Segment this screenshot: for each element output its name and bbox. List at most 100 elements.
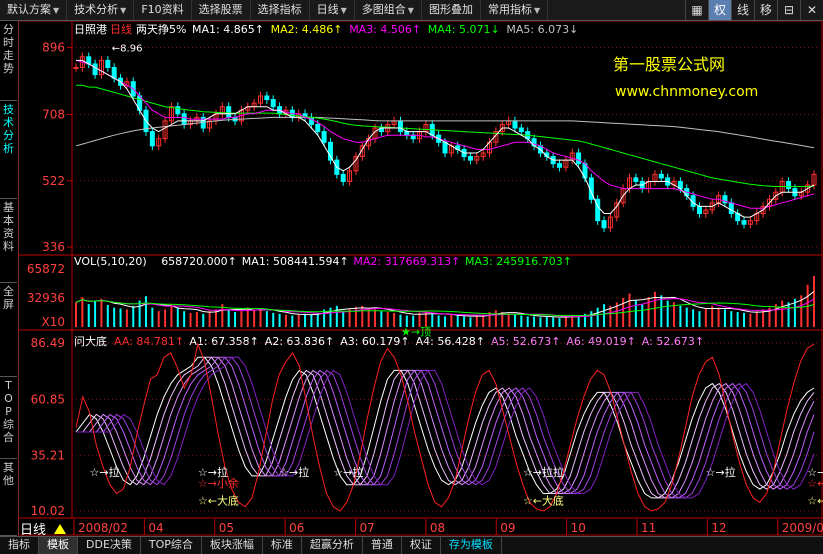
- menu-1[interactable]: 技术分析 ▼: [67, 0, 135, 20]
- chevron-down-icon: ▼: [53, 6, 60, 15]
- bottom-tab-3[interactable]: TOP综合: [141, 537, 202, 554]
- candle-body: [728, 202, 734, 215]
- ma-label: MA2: 4.486↑: [271, 23, 343, 36]
- candle-body: [105, 59, 111, 68]
- date-label: 10: [571, 521, 586, 535]
- bottom-tab-0[interactable]: 指标: [0, 537, 39, 554]
- candle-body: [557, 163, 563, 168]
- indicator-label: A5: 52.673↑: [491, 335, 560, 348]
- left-tab-1[interactable]: 技术分析: [0, 101, 17, 199]
- bottom-tab-bar: 指标 模板 DDE决策 TOP综合 板块涨幅 标准 超赢分析 普通 权证 存为模板: [0, 536, 823, 554]
- menu-3[interactable]: 选择股票: [192, 0, 251, 20]
- candle-body: [512, 120, 518, 129]
- date-label: 06: [289, 521, 304, 535]
- toolbar-btn-5[interactable]: ✕: [800, 0, 823, 20]
- ma4-line: [76, 84, 815, 187]
- ma-label: MA3: 4.506↑: [349, 23, 421, 36]
- candle-body: [175, 106, 181, 115]
- indicator-label: A3: 60.179↑: [340, 335, 409, 348]
- vol-ma1-line: [75, 291, 815, 318]
- vol-header-text: 658720.000↑: [161, 255, 237, 268]
- indicator-label: A: 52.673↑: [642, 335, 704, 348]
- menu-6[interactable]: 多图组合 ▼: [355, 0, 422, 20]
- menu-label: 默认方案: [7, 3, 51, 16]
- date-label: 2009/02: [782, 521, 823, 535]
- signal-label: ☆→拉: [333, 465, 363, 479]
- bottom-tab-2[interactable]: DDE决策: [78, 537, 141, 554]
- menu-8[interactable]: 常用指标 ▼: [481, 0, 549, 20]
- menu-label: 技术分析: [74, 3, 119, 16]
- bottom-tab-9[interactable]: 存为模板: [441, 537, 502, 554]
- menu-label: F10资料: [141, 3, 184, 16]
- candle-body: [73, 66, 79, 69]
- y-tick-label: 708: [42, 108, 65, 122]
- candle-body: [92, 63, 98, 76]
- menu-7[interactable]: 图形叠加: [422, 0, 481, 20]
- candle-body: [696, 205, 702, 215]
- ma3-line: [75, 59, 815, 209]
- bottom-tab-1[interactable]: 模板: [39, 537, 78, 554]
- period-label: 日线: [20, 523, 46, 536]
- indicator-y-label: 86.49: [31, 336, 65, 350]
- menu-4[interactable]: 选择指标: [251, 0, 310, 20]
- ma-label: MA1: 4.865↑: [192, 23, 264, 36]
- left-tab-3[interactable]: 全屏: [0, 283, 17, 377]
- indicator-y-label: 60.85: [31, 392, 65, 406]
- toolbar-btn-0[interactable]: ▦: [685, 0, 708, 20]
- menu-label: 选择指标: [257, 3, 302, 16]
- date-label: 12: [711, 521, 726, 535]
- date-label: 09: [500, 521, 515, 535]
- watermark-title: 第一股票公式网: [613, 55, 725, 74]
- toolbar-btn-1[interactable]: 权: [708, 0, 731, 20]
- bottom-tab-6[interactable]: 超赢分析: [302, 537, 363, 554]
- menu-label: 日线: [316, 3, 339, 16]
- signal-label: ☆→拉: [90, 465, 120, 479]
- signal-label: ☆→拉: [706, 465, 736, 479]
- candle-body: [321, 131, 327, 143]
- left-tab-4[interactable]: TOP综合: [0, 377, 17, 459]
- left-sidebar: 分时走势技术分析基本资料全屏TOP综合其他: [0, 21, 19, 536]
- indicator-label: A1: 67.358↑: [189, 335, 258, 348]
- candle-body: [264, 95, 270, 101]
- price-annotation: ←8.96: [112, 44, 143, 55]
- indicator-label: AA: 84.781↑: [114, 335, 184, 348]
- indicator-header: 问大底: [74, 334, 107, 348]
- candle-body: [601, 220, 607, 229]
- candle-body: [397, 120, 403, 133]
- toolbar-right-buttons: ▦ 权线移 ⊟ ✕: [685, 0, 823, 20]
- candle-body: [467, 156, 473, 161]
- bottom-tab-7[interactable]: 普通: [363, 537, 402, 554]
- signal-label: ☆←大底: [198, 493, 239, 507]
- left-tab-0[interactable]: 分时走势: [0, 21, 17, 101]
- bottom-tab-8[interactable]: 权证: [402, 537, 441, 554]
- candle-body: [315, 123, 321, 133]
- menu-2[interactable]: F10资料: [134, 0, 192, 20]
- toolbar-btn-4[interactable]: ⊟: [777, 0, 800, 20]
- signal-label: ☆→小余: [198, 476, 239, 490]
- bottom-tab-4[interactable]: 板块涨幅: [202, 537, 263, 554]
- candle-body: [658, 173, 664, 179]
- vol-ma-label: MA2: 317669.313↑: [353, 255, 460, 268]
- left-tab-5[interactable]: 其他: [0, 459, 17, 536]
- chevron-down-icon: ▼: [120, 6, 127, 15]
- ma-label: MA5: 6.073↓: [506, 23, 578, 36]
- toolbar-btn-3[interactable]: 移: [754, 0, 777, 20]
- date-label: 08: [430, 521, 445, 535]
- candle-body: [226, 106, 232, 118]
- ma-label: MA4: 5.071↓: [428, 23, 500, 36]
- candle-body: [270, 99, 276, 108]
- bottom-tab-5[interactable]: 标准: [263, 537, 302, 554]
- date-label: 07: [360, 521, 375, 535]
- menu-0[interactable]: 默认方案 ▼: [0, 0, 68, 20]
- left-tab-2[interactable]: 基本资料: [0, 199, 17, 283]
- period-triangle-icon: [54, 524, 66, 534]
- menu-label: 图形叠加: [428, 3, 473, 16]
- toolbar-btn-2[interactable]: 线: [731, 0, 754, 20]
- candle-body: [404, 131, 410, 136]
- chevron-down-icon: ▼: [533, 6, 541, 15]
- candle-body: [633, 177, 639, 182]
- menu-5[interactable]: 日线 ▼: [310, 0, 355, 20]
- date-label: 04: [148, 521, 163, 535]
- menu-label: 多图组合: [361, 3, 406, 16]
- vol-y-label: X10: [42, 315, 66, 329]
